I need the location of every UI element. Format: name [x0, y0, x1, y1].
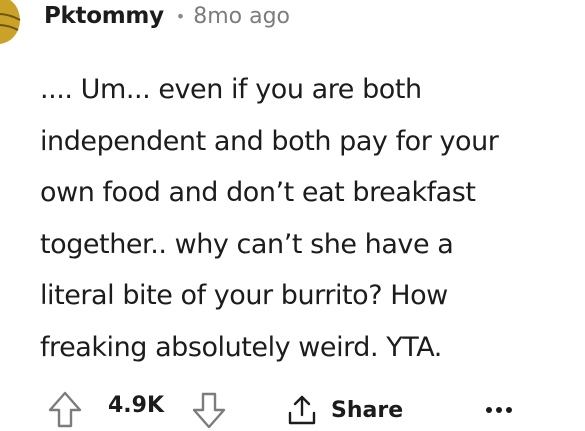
share-label: Share	[331, 397, 404, 423]
more-horizontal-icon	[486, 407, 512, 413]
downvote-button[interactable]	[192, 391, 226, 429]
username[interactable]: Pktommy	[44, 3, 164, 29]
more-options-button[interactable]	[484, 400, 514, 420]
upvote-button[interactable]	[48, 391, 82, 429]
arrow-down-icon	[192, 392, 226, 429]
comment-actions: 4.9K Share	[48, 388, 585, 431]
comment-line: own food and don’t eat breakfast	[40, 177, 476, 209]
comment-header: Pktommy • 8mo ago	[44, 0, 290, 32]
arrow-up-icon	[48, 391, 82, 428]
share-button[interactable]: Share	[286, 388, 403, 431]
avatar[interactable]	[0, 0, 30, 48]
separator-dot: •	[175, 6, 186, 26]
snoo-avatar-icon	[0, 0, 21, 44]
comment-body: .... Um... even if you are both independ…	[40, 64, 585, 374]
vote-score: 4.9K	[108, 393, 165, 418]
share-icon	[288, 395, 316, 425]
comment-line: independent and both pay for your	[40, 125, 499, 157]
timestamp[interactable]: 8mo ago	[193, 4, 290, 29]
comment-line: literal bite of your burrito? How	[40, 280, 448, 312]
comment: Pktommy • 8mo ago .... Um... even if you…	[0, 0, 585, 431]
comment-line: together.. why can’t she have a	[40, 228, 454, 260]
comment-line: freaking absolutely weird. YTA.	[40, 331, 442, 363]
comment-line: .... Um... even if you are both	[40, 74, 422, 105]
